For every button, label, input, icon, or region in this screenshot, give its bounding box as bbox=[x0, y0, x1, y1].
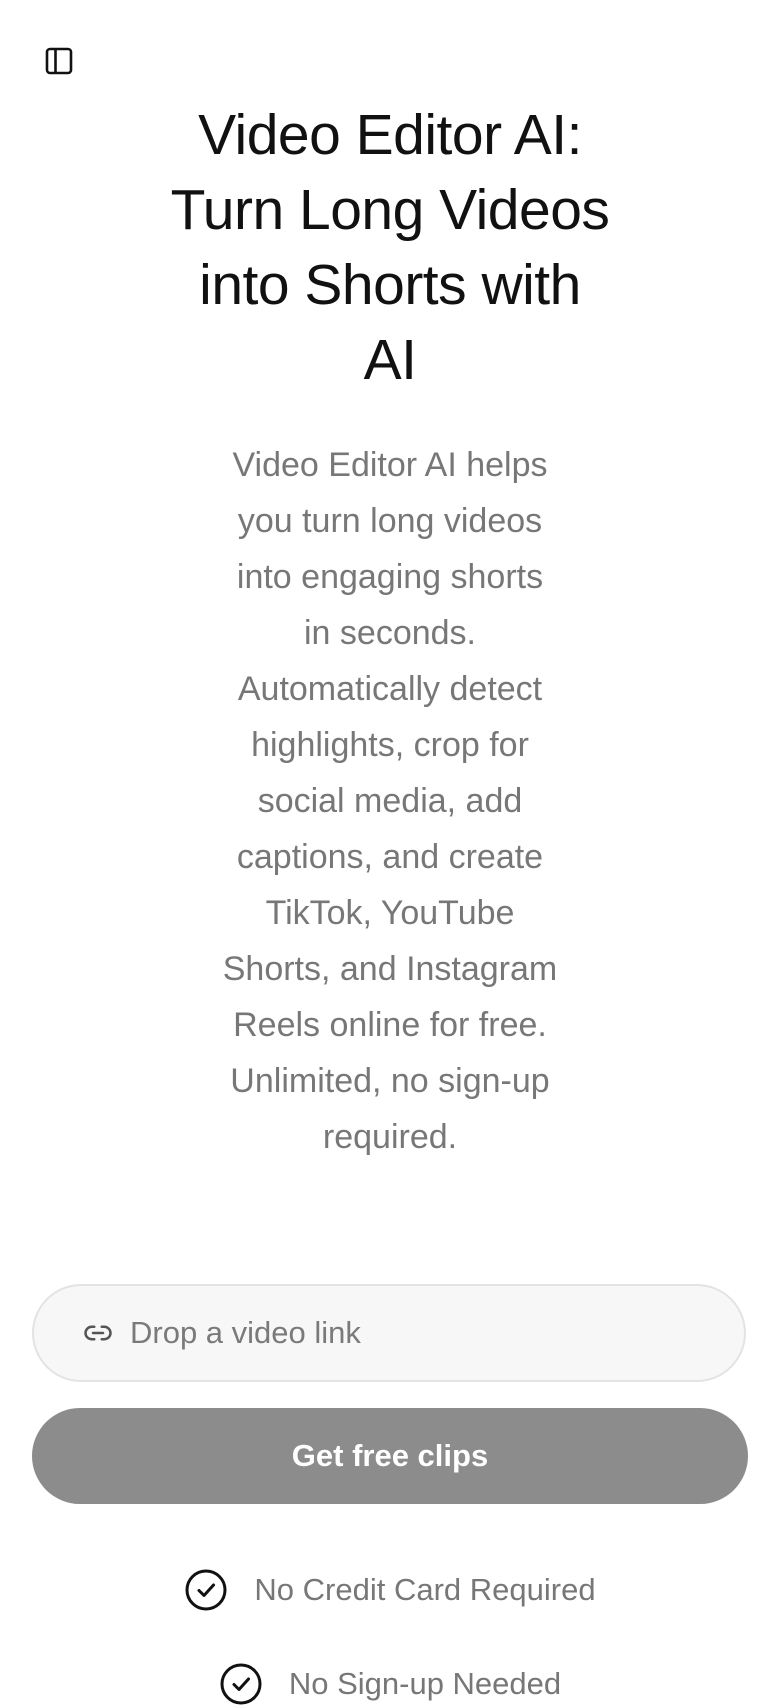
check-circle-icon bbox=[184, 1568, 228, 1612]
page-title-text: Video Editor AI: Turn Long Videos into S… bbox=[170, 103, 610, 392]
benefit-item: No Sign-up Needed bbox=[0, 1662, 780, 1706]
video-link-input[interactable] bbox=[130, 1315, 690, 1351]
sidebar-toggle-button[interactable] bbox=[44, 46, 74, 76]
video-link-field[interactable] bbox=[32, 1284, 746, 1382]
sidebar-panel-icon bbox=[44, 46, 74, 76]
hero-description: Video Editor AI helps you turn long vide… bbox=[0, 437, 780, 1165]
benefit-label: No Credit Card Required bbox=[254, 1572, 596, 1607]
hero-description-text: Video Editor AI helps you turn long vide… bbox=[222, 446, 558, 1156]
benefit-item: No Credit Card Required bbox=[0, 1568, 780, 1612]
check-circle-icon bbox=[219, 1662, 263, 1706]
page-title: Video Editor AI: Turn Long Videos into S… bbox=[0, 98, 780, 398]
get-free-clips-button[interactable]: Get free clips bbox=[32, 1408, 748, 1504]
link-icon bbox=[82, 1317, 114, 1349]
benefit-label: No Sign-up Needed bbox=[288, 1666, 562, 1701]
